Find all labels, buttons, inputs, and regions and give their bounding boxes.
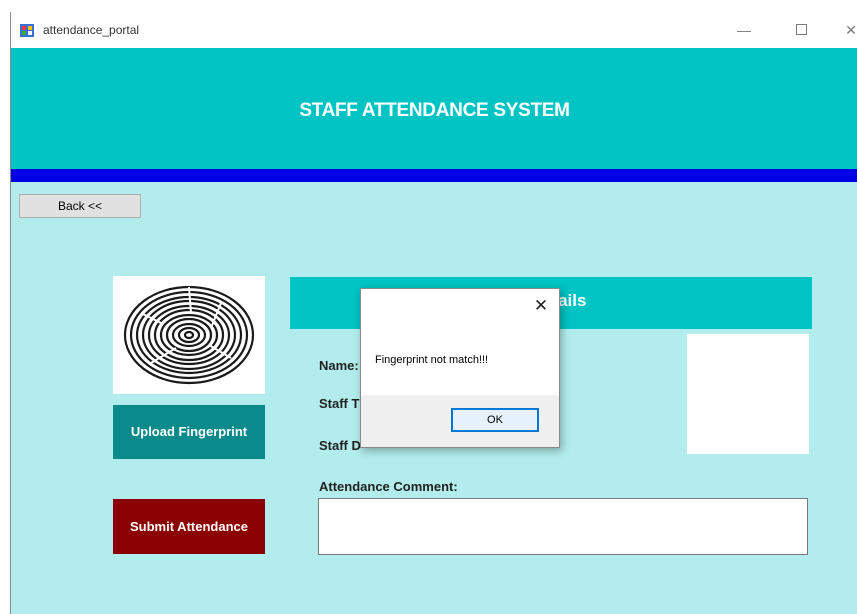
message-dialog: ✕ Fingerprint not match!!! OK bbox=[360, 288, 560, 448]
page-title: STAFF ATTENDANCE SYSTEM bbox=[299, 100, 570, 121]
staff-dept-label: Staff D bbox=[319, 438, 361, 453]
staff-type-label: Staff T bbox=[319, 396, 360, 411]
submit-attendance-button[interactable]: Submit Attendance bbox=[113, 499, 265, 554]
header-banner: STAFF ATTENDANCE SYSTEM bbox=[11, 48, 857, 169]
header-divider bbox=[11, 169, 857, 182]
maximize-icon bbox=[795, 24, 807, 35]
ok-button[interactable]: OK bbox=[451, 408, 539, 432]
title-bar[interactable]: attendance_portal — ✕ bbox=[11, 12, 857, 48]
minimize-button[interactable]: — bbox=[729, 19, 759, 41]
fingerprint-icon bbox=[123, 285, 255, 385]
back-button[interactable]: Back << bbox=[19, 194, 141, 218]
dialog-footer: OK bbox=[361, 395, 559, 447]
maximize-button[interactable] bbox=[786, 19, 816, 41]
fingerprint-image bbox=[113, 276, 265, 394]
upload-fingerprint-button[interactable]: Upload Fingerprint bbox=[113, 405, 265, 459]
close-window-button[interactable]: ✕ bbox=[836, 19, 857, 41]
app-window: attendance_portal — ✕ STAFF ATTENDANCE S… bbox=[10, 12, 857, 614]
app-icon bbox=[20, 24, 34, 37]
staff-photo bbox=[687, 334, 809, 454]
comment-label: Attendance Comment: bbox=[319, 479, 458, 494]
name-label: Name: bbox=[319, 358, 359, 373]
window-title: attendance_portal bbox=[43, 23, 140, 37]
dialog-message: Fingerprint not match!!! bbox=[375, 354, 489, 366]
attendance-comment-input[interactable] bbox=[318, 498, 808, 555]
dialog-close-button[interactable]: ✕ bbox=[529, 295, 553, 317]
